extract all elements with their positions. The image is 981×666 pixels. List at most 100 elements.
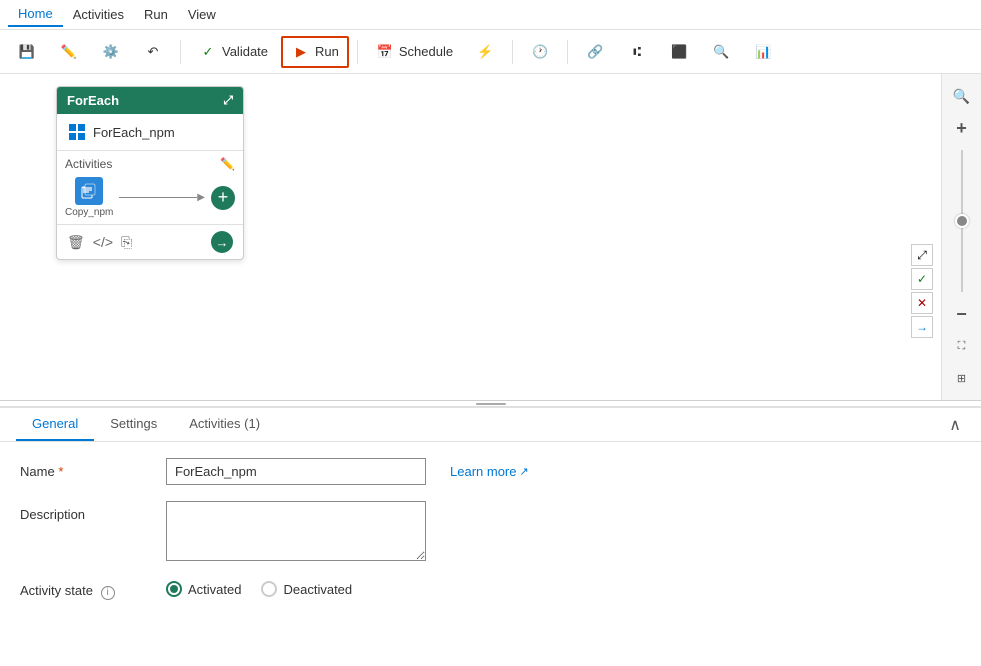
expand-canvas-icon[interactable]: ⤢ [911,244,933,266]
name-label: Name * [20,458,150,479]
description-row: Description [20,501,961,561]
schedule-button[interactable]: 📅 Schedule [366,37,462,67]
activity-state-label: Activity state i [20,577,150,600]
delete-icon[interactable]: 🗑 [67,234,85,251]
tab-settings[interactable]: Settings [94,408,173,441]
code-button[interactable]: ⬛ [660,37,698,67]
copy-label: Copy_npm [65,207,113,218]
history-button[interactable]: 🕐 [521,37,559,67]
grid-icon [67,122,87,142]
arrow-line [119,192,205,203]
external-link-icon: ↗ [519,465,528,478]
name-required: * [58,464,63,479]
tab-activities[interactable]: Activities (1) [173,408,276,441]
branch-icon: ⑆ [627,42,647,62]
canvas-area[interactable]: ForEach ⤢ ForEach_npm Activities ✏️ [0,74,981,400]
activity-row: Copy_npm + [65,177,235,218]
undo-button[interactable]: ↶ [134,37,172,67]
code-view-icon[interactable]: </> [93,234,113,250]
search-canvas-button[interactable]: 🔍 [948,82,976,110]
validate-button[interactable]: ✓ Validate [189,37,277,67]
foreach-name-text: ForEach_npm [93,125,175,140]
description-label: Description [20,501,150,522]
separator-3 [512,40,513,64]
foreach-block: ForEach ⤢ ForEach_npm Activities ✏️ [56,86,244,260]
branch-button[interactable]: ⑆ [618,37,656,67]
monitor-button[interactable]: 📊 [744,37,782,67]
goto-button[interactable]: → [211,231,233,253]
tab-general[interactable]: General [16,408,94,441]
activities-inner: Activities ✏️ Copy_npm + [57,151,243,224]
search-toolbar-icon: 🔍 [711,42,731,62]
name-row: Name * Learn more ↗ [20,458,961,485]
bottom-tabs-left: General Settings Activities (1) [16,408,276,441]
gear-icon: ⚙️ [101,42,121,62]
menu-home[interactable]: Home [8,2,63,27]
menu-activities[interactable]: Activities [63,3,134,26]
separator-4 [567,40,568,64]
zoom-out-button[interactable]: − [948,300,976,328]
error-icon[interactable]: ✕ [911,292,933,314]
save-button[interactable]: 💾 [8,37,46,67]
lightning-icon: ⚡ [475,42,495,62]
activated-radio-circle [166,581,182,597]
toolbar: 💾 ✏️ ⚙️ ↶ ✓ Validate ▶ Run 📅 Schedule ⚡ … [0,30,981,74]
zoom-in-button[interactable]: + [948,114,976,142]
complete-icon[interactable]: → [911,316,933,338]
checkmark-icon: ✓ [198,42,218,62]
separator-2 [357,40,358,64]
calendar-icon: 📅 [375,42,395,62]
activities-label-row: Activities ✏️ [65,157,235,171]
radio-group: Activated Deactivated [166,577,352,597]
foreach-header: ForEach ⤢ [57,87,243,114]
menu-view[interactable]: View [178,3,226,26]
foreach-footer: 🗑 </> ⎘ → [57,224,243,259]
bottom-panel: General Settings Activities (1) ∧ Name *… [0,406,981,666]
save-icon: 💾 [17,42,37,62]
history-icon: 🕐 [530,42,550,62]
copy-footer-icon[interactable]: ⎘ [121,234,132,251]
connect-icon: 🔗 [585,42,605,62]
bottom-tabs: General Settings Activities (1) ∧ [0,408,981,442]
foreach-name-row: ForEach_npm [57,114,243,151]
connect-button[interactable]: 🔗 [576,37,614,67]
learn-more-link[interactable]: Learn more ↗ [450,464,529,479]
footer-icons: 🗑 </> ⎘ [67,234,132,251]
activity-state-row: Activity state i Activated Deactivated [20,577,961,600]
copy-icon [75,177,103,205]
separator-1 [180,40,181,64]
lightning-button[interactable]: ⚡ [466,37,504,67]
info-icon[interactable]: i [101,586,115,600]
grid-view-button[interactable]: ⊞ [948,364,976,392]
menu-bar: Home Activities Run View [0,0,981,30]
pencil-icon: ✏️ [59,42,79,62]
bottom-content: Name * Learn more ↗ Description Activity… [0,442,981,666]
pencil-edit-icon[interactable]: ✏️ [220,157,235,171]
expand-icon[interactable]: ⤢ [223,93,233,108]
fit-button[interactable]: ⛶ [948,332,976,360]
add-activity-button[interactable]: + [211,186,235,210]
settings-button[interactable]: ⚙️ [92,37,130,67]
deactivated-radio[interactable]: Deactivated [261,581,352,597]
canvas-side-icons: ⤢ ✓ ✕ → [911,244,933,338]
deactivated-radio-circle [261,581,277,597]
zoom-slider-track[interactable] [961,150,963,292]
description-input[interactable] [166,501,426,561]
play-icon: ▶ [291,42,311,62]
run-button[interactable]: ▶ Run [281,36,349,68]
edit-button[interactable]: ✏️ [50,37,88,67]
side-toolbar: 🔍 + − ⛶ ⊞ [941,74,981,400]
code-icon: ⬛ [669,42,689,62]
copy-activity[interactable]: Copy_npm [65,177,113,218]
name-input[interactable] [166,458,426,485]
search-toolbar-button[interactable]: 🔍 [702,37,740,67]
undo-icon: ↶ [143,42,163,62]
monitor-icon: 📊 [753,42,773,62]
activated-radio[interactable]: Activated [166,581,241,597]
foreach-title: ForEach [67,93,119,108]
drag-handle-bar [476,403,506,405]
menu-run[interactable]: Run [134,3,178,26]
success-icon[interactable]: ✓ [911,268,933,290]
zoom-slider-thumb[interactable] [955,214,969,228]
collapse-button[interactable]: ∧ [945,411,965,439]
